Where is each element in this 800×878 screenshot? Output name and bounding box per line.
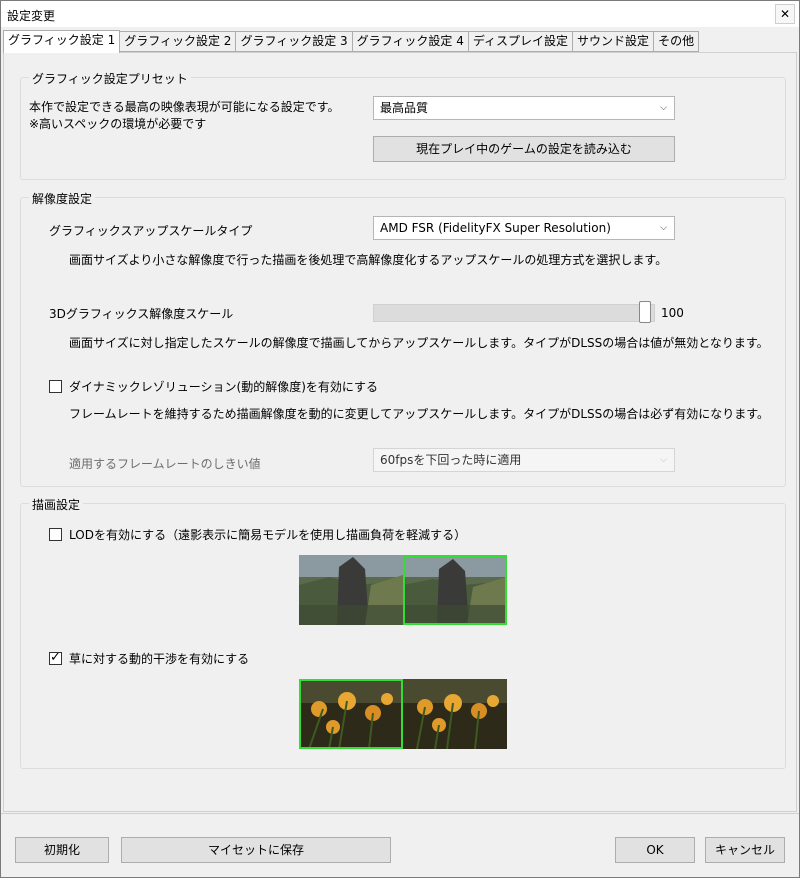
ok-button[interactable]: OK (615, 837, 695, 863)
framerate-threshold-selected-value: 60fpsを下回った時に適用 (380, 453, 522, 467)
preset-dropdown[interactable]: 最高品質 ⌵ (373, 96, 675, 120)
resolution-group: 解像度設定 グラフィックスアップスケールタイプ AMD FSR (Fidelit… (20, 190, 786, 487)
grass-interaction-checkbox[interactable]: ✓ (49, 650, 62, 665)
chevron-down-icon: ⌵ (660, 103, 667, 113)
close-icon: ✕ (779, 7, 791, 21)
preset-description-line1: 本作で設定できる最高の映像表現が可能になる設定です。 (29, 100, 340, 114)
tab-bar: グラフィック設定 1 グラフィック設定 2 グラフィック設定 3 グラフィック設… (3, 30, 700, 53)
tab-graphics-3[interactable]: グラフィック設定 3 (236, 31, 353, 52)
framerate-threshold-dropdown[interactable]: 60fpsを下回った時に適用 ⌵ (373, 448, 675, 472)
dynamic-resolution-checkbox[interactable] (49, 380, 62, 393)
resolution-scale-slider[interactable] (373, 304, 655, 322)
tab-graphics-4[interactable]: グラフィック設定 4 (352, 31, 469, 52)
upscale-type-selected-value: AMD FSR (FidelityFX Super Resolution) (380, 221, 611, 235)
lod-preview-off-image (299, 555, 403, 625)
preset-group-title: グラフィック設定プリセット (29, 70, 191, 87)
save-myset-button[interactable]: マイセットに保存 (121, 837, 391, 863)
tab-sound[interactable]: サウンド設定 (573, 31, 655, 52)
tab-other[interactable]: その他 (654, 31, 700, 52)
grass-interaction-label[interactable]: 草に対する動的干渉を有効にする (69, 650, 249, 667)
tab-panel: グラフィック設定プリセット 本作で設定できる最高の映像表現が可能になる設定です。… (3, 52, 797, 812)
render-group: 描画設定 LODを有効にする（遠影表示に簡易モデルを使用し描画負荷を軽減する） (20, 496, 786, 769)
resolution-scale-slider-thumb[interactable] (639, 301, 651, 323)
upscale-type-description: 画面サイズより小さな解像度で行った描画を後処理で高解像度化するアップスケールの処… (69, 253, 668, 267)
resolution-group-title: 解像度設定 (29, 190, 96, 207)
lod-preview-on-image (403, 555, 507, 625)
dynamic-resolution-label[interactable]: ダイナミックレゾリューション(動的解像度)を有効にする (69, 378, 378, 395)
lod-label[interactable]: LODを有効にする（遠影表示に簡易モデルを使用し描画負荷を軽減する） (69, 526, 466, 543)
upscale-type-dropdown[interactable]: AMD FSR (FidelityFX Super Resolution) ⌵ (373, 216, 675, 240)
close-button[interactable]: ✕ (775, 4, 795, 24)
preset-description-line2: ※高いスペックの環境が必要です (29, 117, 207, 131)
tab-graphics-2[interactable]: グラフィック設定 2 (120, 31, 237, 52)
tab-graphics-1[interactable]: グラフィック設定 1 (3, 30, 121, 53)
preset-group: グラフィック設定プリセット 本作で設定できる最高の映像表現が可能になる設定です。… (20, 70, 786, 180)
resolution-scale-description: 画面サイズに対し指定したスケールの解像度で描画してからアップスケールします。タイ… (69, 336, 769, 350)
upscale-type-label: グラフィックスアップスケールタイプ (49, 224, 253, 238)
window-title: 設定変更 (7, 9, 56, 23)
resolution-scale-value: 100 (661, 306, 684, 320)
dynamic-resolution-description: フレームレートを維持するため描画解像度を動的に変更してアップスケールします。タイ… (69, 407, 770, 421)
title-bar: 設定変更 ✕ (1, 1, 799, 27)
framerate-threshold-label: 適用するフレームレートのしきい値 (69, 457, 261, 471)
resolution-scale-label: 3Dグラフィックス解像度スケール (49, 307, 234, 321)
check-icon: ✓ (50, 650, 61, 665)
preset-selected-value: 最高品質 (380, 101, 429, 115)
render-group-title: 描画設定 (29, 496, 84, 513)
chevron-down-icon: ⌵ (660, 455, 667, 465)
grass-preview-on-image (299, 679, 403, 749)
chevron-down-icon: ⌵ (660, 223, 667, 233)
settings-window: 設定変更 ✕ グラフィック設定 1 グラフィック設定 2 グラフィック設定 3 … (0, 0, 800, 878)
reset-button[interactable]: 初期化 (15, 837, 109, 863)
lod-checkbox[interactable] (49, 528, 62, 541)
footer-separator (1, 813, 799, 814)
tab-display[interactable]: ディスプレイ設定 (468, 31, 574, 52)
load-current-settings-button[interactable]: 現在プレイ中のゲームの設定を読み込む (373, 136, 675, 162)
cancel-button[interactable]: キャンセル (705, 837, 785, 863)
grass-preview-off-image (403, 679, 507, 749)
